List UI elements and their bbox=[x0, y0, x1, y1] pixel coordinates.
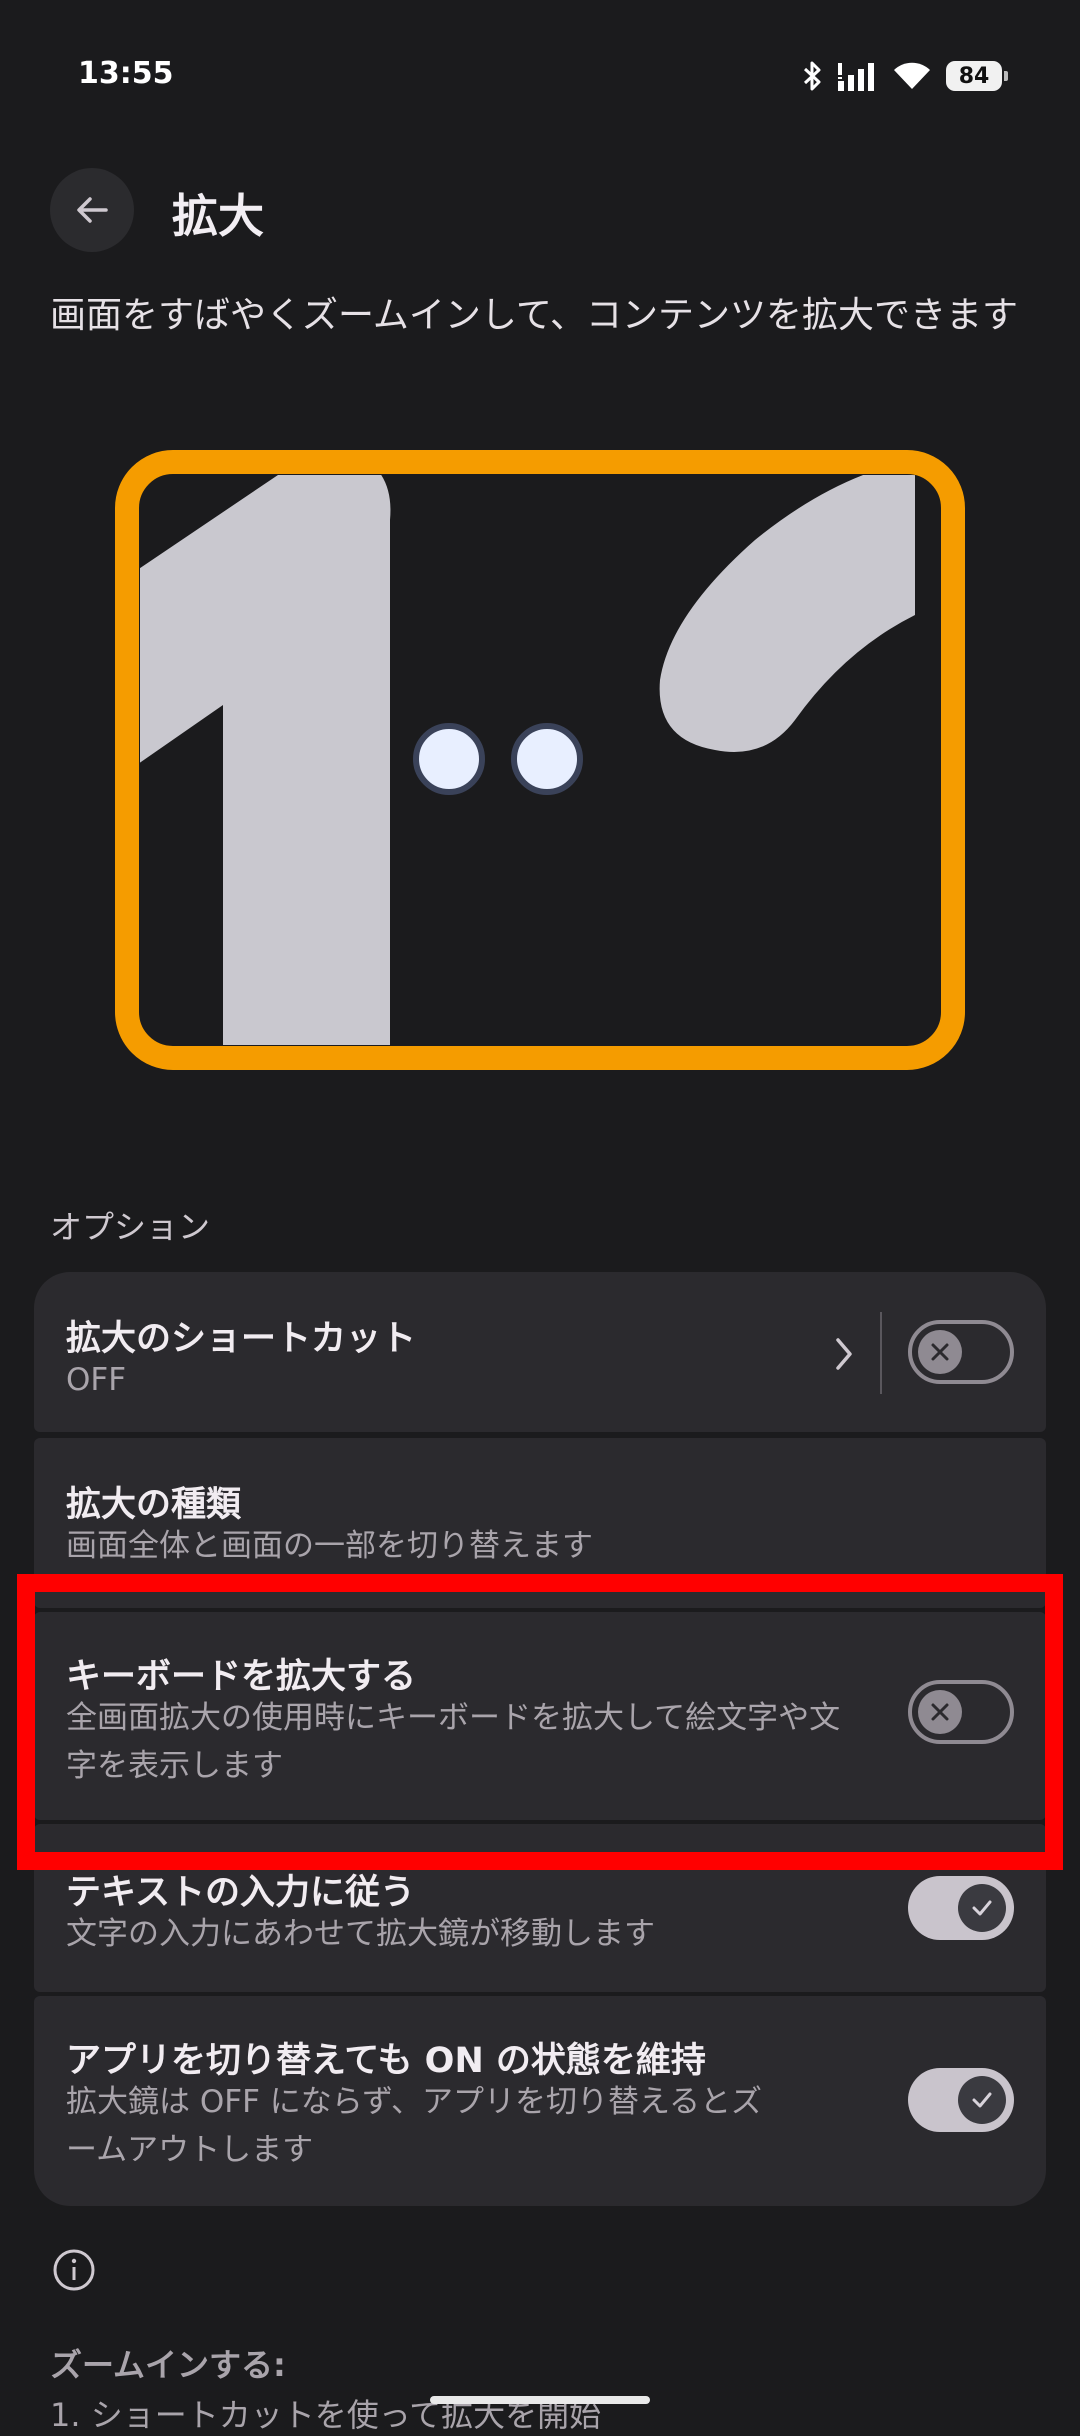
magnification-illustration bbox=[115, 450, 965, 1070]
signal-icon bbox=[838, 63, 874, 91]
shortcut-toggle[interactable] bbox=[908, 1320, 1014, 1384]
chevron-right-icon[interactable] bbox=[832, 1334, 856, 1374]
option-subtitle: 画面全体と画面の一部を切り替えます bbox=[66, 1528, 593, 1564]
page-title: 拡大 bbox=[172, 189, 264, 243]
option-magnification-shortcut[interactable]: 拡大のショートカット OFF bbox=[34, 1272, 1046, 1432]
close-icon bbox=[918, 1330, 962, 1374]
page-description: 画面をすばやくズームインして、コンテンツを拡大できます bbox=[50, 295, 1019, 336]
options-section-label: オプション bbox=[50, 1208, 211, 1246]
option-subtitle: 文字の入力にあわせて拡大鏡が移動します bbox=[66, 1916, 655, 1952]
option-title: 拡大の種類 bbox=[66, 1485, 242, 1525]
option-keep-on-switching-apps[interactable]: アプリを切り替えても ON の状態を維持 拡大鏡は OFF にならず、アプリを切… bbox=[34, 1996, 1046, 2206]
check-icon bbox=[958, 1884, 1006, 1932]
arrow-back-icon bbox=[77, 197, 108, 223]
option-title: アプリを切り替えても ON の状態を維持 bbox=[66, 2041, 706, 2081]
option-subtitle: 拡大鏡は OFF にならず、アプリを切り替えるとズームアウトします bbox=[66, 2084, 763, 2168]
info-icon bbox=[53, 2249, 95, 2291]
follow-typing-toggle[interactable] bbox=[908, 1876, 1014, 1940]
status-icons: 84 bbox=[802, 56, 1008, 96]
back-button[interactable] bbox=[50, 168, 134, 252]
option-subtitle: OFF bbox=[66, 1362, 127, 1398]
option-title: テキストの入力に従う bbox=[66, 1873, 415, 1913]
bluetooth-icon bbox=[803, 61, 821, 91]
highlight-annotation bbox=[17, 1574, 1063, 1870]
home-indicator[interactable] bbox=[430, 2396, 650, 2404]
battery-icon: 84 bbox=[946, 61, 1008, 91]
battery-level: 84 bbox=[958, 63, 990, 89]
check-icon bbox=[958, 2076, 1006, 2124]
wifi-icon bbox=[894, 62, 930, 89]
divider bbox=[880, 1312, 882, 1394]
option-title: 拡大のショートカット bbox=[66, 1319, 417, 1359]
status-time: 13:55 bbox=[78, 56, 174, 91]
keep-on-toggle[interactable] bbox=[908, 2068, 1014, 2132]
help-title: ズームインする: bbox=[50, 2346, 286, 2384]
